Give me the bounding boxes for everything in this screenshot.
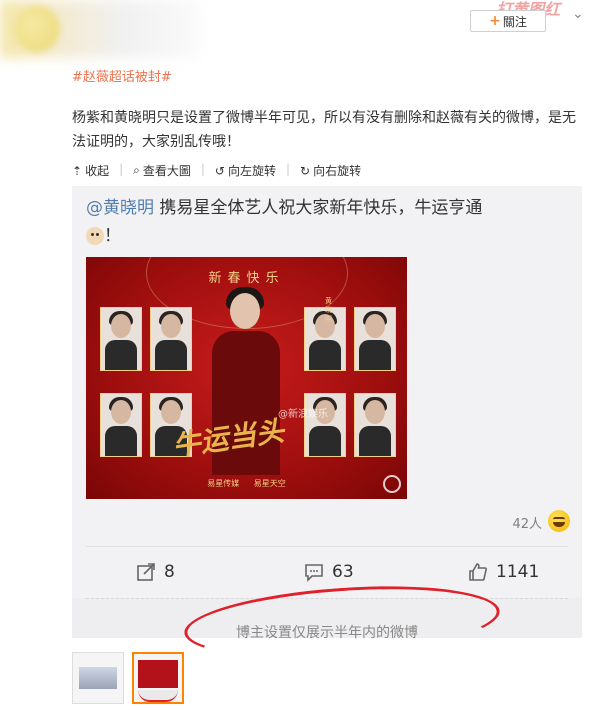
artist-portrait (354, 393, 396, 457)
image-toolbar: ⇡ 收起 | ⌕ 查看大圖 | ↺ 向左旋转 | ↻ 向右旋转 (72, 162, 361, 179)
thumbnail-1[interactable] (72, 652, 124, 704)
rotate-left-button[interactable]: ↺ 向左旋转 (215, 162, 276, 179)
repost-count: 8 (164, 562, 175, 582)
like-button[interactable]: 1141 (468, 562, 539, 582)
stats-bar: 8 63 1141 (72, 562, 582, 588)
repost-card: @黄晓明 携易星全体艺人祝大家新年快乐，牛运亨通 ！ 新春快乐 黄晓明 牛运当头… (72, 186, 582, 641)
collapse-icon: ⇡ (72, 163, 83, 178)
rotate-left-icon: ↺ (214, 163, 225, 178)
artist-portrait (150, 307, 192, 371)
rotate-right-button[interactable]: ↻ 向右旋转 (300, 162, 361, 179)
divider: | (200, 162, 205, 176)
ox-emoji-icon (86, 227, 104, 245)
artist-portrait (304, 393, 346, 457)
follow-button[interactable]: + 關注 (470, 10, 546, 32)
poster-image[interactable]: 新春快乐 黄晓明 牛运当头 @新浪娱乐 易星传媒 易星天空 (86, 257, 407, 499)
rotate-left-label: 向左旋转 (227, 164, 276, 178)
comment-button[interactable]: 63 (304, 562, 354, 582)
repost-body: 携易星全体艺人祝大家新年快乐，牛运亨通 (154, 198, 483, 218)
plus-icon: + (489, 13, 501, 29)
avatar[interactable] (14, 6, 60, 52)
center-name: 黄晓明 (325, 297, 332, 323)
mention-link[interactable]: @黄晓明 (86, 198, 154, 218)
follow-label: 關注 (502, 14, 527, 29)
share-icon (137, 563, 155, 581)
topic-hashtag[interactable]: #赵薇超话被封# (72, 66, 172, 85)
rotate-right-label: 向右旋转 (313, 164, 362, 178)
chevron-down-icon[interactable]: ⌄ (572, 6, 584, 22)
rotate-right-icon: ↻ (300, 163, 311, 178)
repost-button[interactable]: 8 (136, 562, 175, 582)
repost-body-end: ！ (104, 226, 121, 246)
poster-watermark: @新浪娱乐 (278, 409, 328, 420)
collapse-button[interactable]: ⇡ 收起 (72, 162, 109, 179)
post-text: 杨紫和黄晓明只是设置了微博半年可见，所以有没有删除和赵薇有关的微博，是无法证明的… (72, 110, 576, 150)
artist-portrait (100, 393, 142, 457)
divider (86, 546, 568, 547)
comment-count: 63 (332, 562, 354, 582)
divider: | (119, 162, 124, 176)
thumbnail-strip (72, 652, 184, 704)
collapse-label: 收起 (85, 164, 110, 178)
search-icon: ⌕ (133, 163, 140, 177)
divider: | (286, 162, 291, 176)
like-people-count[interactable]: 42人 (512, 513, 542, 532)
smiley-icon[interactable] (548, 510, 570, 532)
thumbs-up-icon (469, 563, 487, 581)
poster-footer: 易星传媒 易星天空 (207, 479, 286, 488)
view-large-label: 查看大圖 (142, 164, 191, 178)
artist-portrait (354, 307, 396, 371)
view-large-button[interactable]: ⌕ 查看大圖 (133, 162, 191, 179)
thumbnail-2[interactable] (132, 652, 184, 704)
artist-portrait (100, 307, 142, 371)
comment-icon (305, 564, 323, 582)
repost-text: @黄晓明 携易星全体艺人祝大家新年快乐，牛运亨通 ！ (86, 194, 566, 250)
like-count: 1141 (496, 562, 540, 582)
poster-title: 新春快乐 (208, 271, 285, 286)
weibo-logo-icon (383, 475, 401, 493)
